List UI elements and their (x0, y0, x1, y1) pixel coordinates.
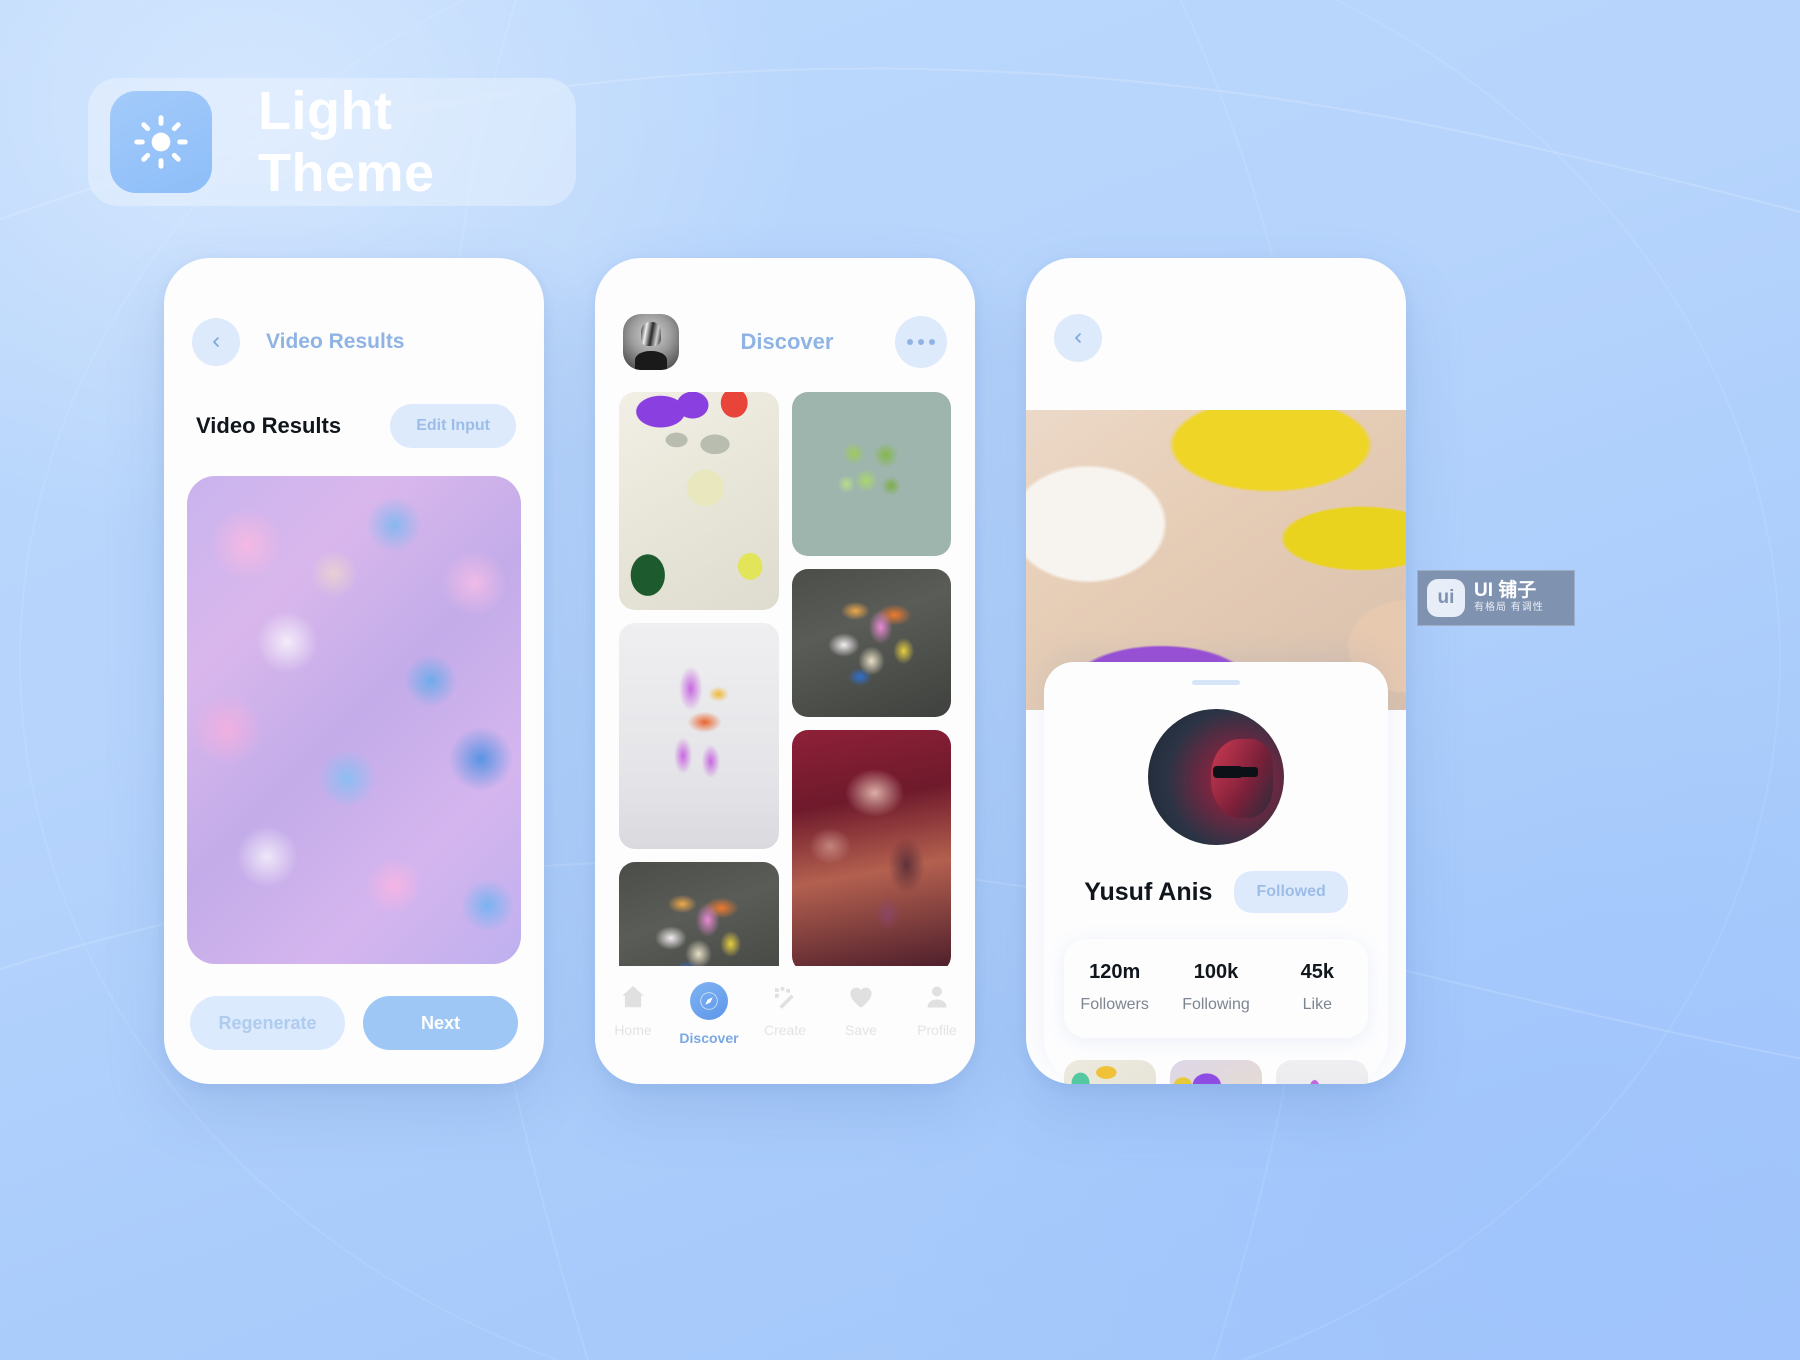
grid-column-left (619, 392, 779, 1012)
back-button[interactable] (1054, 314, 1102, 362)
stat-following: 100k Following (1165, 961, 1266, 1014)
avatar[interactable] (623, 314, 679, 370)
p1-nav-title: Video Results (266, 330, 405, 353)
stat-followers: 120m Followers (1064, 961, 1165, 1014)
bottom-navigation: Home Discover Create Save Profile (595, 966, 975, 1084)
person-icon (927, 986, 947, 1008)
phone-screen-profile: Yusuf Anis Followed 120m Followers 100k … (1026, 258, 1406, 1084)
magic-wand-icon (775, 987, 794, 1009)
chevron-left-icon (1075, 333, 1081, 343)
thumb-purple-blobs[interactable] (1170, 1060, 1262, 1084)
regenerate-button[interactable]: Regenerate (190, 996, 345, 1050)
p1-section-header: Video Results Edit Input (164, 366, 544, 448)
home-icon (622, 986, 644, 1008)
phone-screen-discover: Discover Home Discover Create Save Profi… (595, 258, 975, 1084)
nav-label: Discover (679, 1030, 739, 1046)
profile-stats: 120m Followers 100k Following 45k Like (1064, 939, 1368, 1038)
stat-value: 100k (1193, 961, 1239, 983)
tile-abstract-shapes[interactable] (619, 392, 779, 610)
profile-gallery (1064, 1060, 1368, 1084)
thumb-abstract-shapes[interactable] (1064, 1060, 1156, 1084)
stat-value: 45k (1300, 961, 1334, 983)
profile-sheet: Yusuf Anis Followed 120m Followers 100k … (1044, 662, 1388, 1084)
tile-moss-terrain[interactable] (791, 392, 951, 556)
back-button[interactable] (192, 318, 240, 366)
p1-navbar: Video Results (164, 258, 544, 366)
stat-label: Followers (1080, 996, 1149, 1013)
profile-identity: Yusuf Anis Followed (1044, 871, 1388, 913)
nav-item-home[interactable]: Home (600, 982, 666, 1038)
dot (906, 339, 913, 345)
tile-toy-blobs[interactable] (791, 569, 951, 717)
profile-name: Yusuf Anis (1084, 877, 1213, 906)
watermark-title: UI 铺子 (1474, 580, 1537, 602)
nav-label: Profile (917, 1022, 957, 1038)
profile-avatar[interactable] (1148, 709, 1284, 845)
nav-label: Save (845, 1022, 877, 1038)
followed-button[interactable]: Followed (1234, 871, 1348, 913)
sheet-grabber[interactable] (1192, 680, 1240, 685)
phone-screen-video-results: Video Results Video Results Edit Input R… (164, 258, 544, 1084)
tile-smoke-render[interactable] (791, 730, 951, 972)
chevron-left-icon (213, 337, 219, 347)
discover-grid (619, 392, 951, 1012)
edit-input-button[interactable]: Edit Input (390, 404, 516, 448)
p1-section-title: Video Results (196, 413, 342, 438)
p2-navbar: Discover (595, 258, 975, 370)
nav-item-create[interactable]: Create (752, 982, 818, 1038)
p1-action-bar: Regenerate Next (164, 996, 544, 1050)
p2-nav-title: Discover (740, 329, 834, 354)
nav-label: Create (763, 1022, 807, 1038)
next-button[interactable]: Next (363, 996, 518, 1050)
more-horizontal-icon[interactable] (894, 316, 947, 368)
watermark: ui UI 铺子 有格局 有调性 (1417, 570, 1575, 626)
nav-label: Home (614, 1022, 652, 1038)
watermark-logo: ui (1427, 579, 1465, 617)
video-result-preview[interactable] (187, 476, 521, 964)
grid-column-right (791, 392, 951, 1012)
p3-navbar (1026, 258, 1406, 362)
sun-icon (110, 91, 212, 193)
compass-icon (690, 982, 728, 1020)
heart-icon (850, 987, 872, 1008)
stat-value: 120m (1089, 961, 1141, 983)
stat-like: 45k Like (1267, 961, 1368, 1014)
nav-item-profile[interactable]: Profile (904, 982, 970, 1038)
thumb-wireframe-figure[interactable] (1276, 1060, 1368, 1084)
stat-label: Like (1302, 996, 1332, 1013)
nav-item-save[interactable]: Save (828, 982, 894, 1038)
stat-label: Following (1182, 996, 1250, 1013)
page-title: Light Theme (258, 81, 435, 203)
nav-item-discover[interactable]: Discover (676, 982, 742, 1046)
tile-wireframe-figure[interactable] (619, 623, 779, 849)
watermark-subtitle: 有格局 有调性 (1474, 601, 1544, 613)
dot (928, 339, 935, 345)
light-theme-badge: Light Theme (88, 78, 576, 206)
dot (917, 339, 924, 345)
